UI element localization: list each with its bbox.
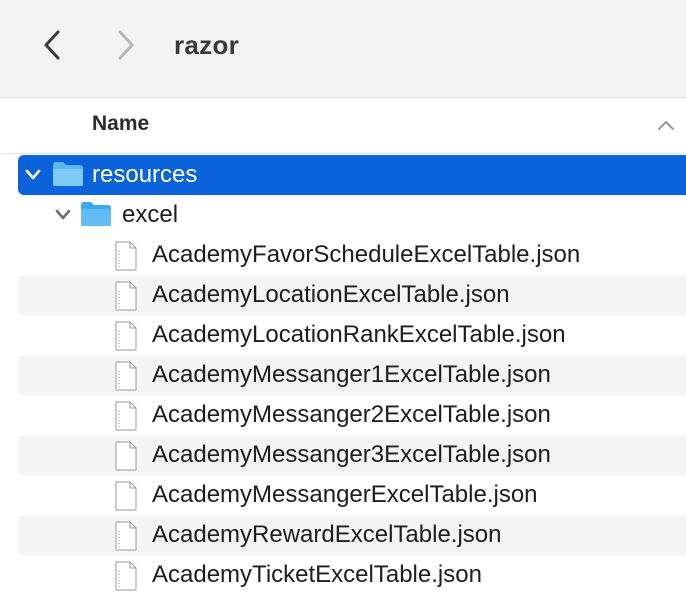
chevron-left-icon[interactable] — [38, 28, 68, 62]
list-item-label: AcademyMessanger2ExcelTable.json — [152, 401, 551, 428]
disclosure-down-icon[interactable] — [54, 207, 72, 223]
folder-icon — [81, 202, 111, 226]
list-item-file[interactable]: AcademyMessanger2ExcelTable.json — [18, 395, 686, 435]
document-icon — [115, 321, 137, 351]
document-icon — [115, 281, 137, 311]
column-header-label: Name — [92, 112, 150, 135]
list-item-excel[interactable]: excel — [18, 195, 686, 235]
list-item-file[interactable]: AcademyMessangerExcelTable.json — [18, 475, 686, 515]
list-item-label: AcademyTicketExcelTable.json — [152, 561, 482, 588]
list-item-label: AcademyMessanger3ExcelTable.json — [152, 441, 551, 468]
document-icon — [115, 561, 137, 591]
list-item-file[interactable]: AcademyLocationExcelTable.json — [18, 275, 686, 315]
list-item-label: AcademyFavorScheduleExcelTable.json — [152, 241, 581, 268]
toolbar: razor — [0, 0, 686, 98]
list-item-file[interactable]: AcademyMessanger1ExcelTable.json — [18, 355, 686, 395]
list-item-label: AcademyLocationRankExcelTable.json — [152, 321, 566, 348]
list-item-label: resources — [92, 161, 198, 188]
chevron-right-icon[interactable] — [110, 28, 140, 62]
document-icon — [115, 241, 137, 271]
document-icon — [115, 361, 137, 391]
list-item-file[interactable]: AcademyFavorScheduleExcelTable.json — [18, 235, 686, 275]
window-title: razor — [174, 30, 240, 60]
document-icon — [115, 481, 137, 511]
chevron-up-icon[interactable] — [656, 118, 676, 132]
list-item-file[interactable]: AcademyRewardExcelTable.json — [18, 515, 686, 555]
disclosure-down-icon[interactable] — [24, 167, 42, 183]
document-icon — [115, 401, 137, 431]
list-item-label: excel — [122, 201, 179, 228]
list-item-label: AcademyMessangerExcelTable.json — [152, 481, 538, 508]
list-item-file[interactable]: AcademyLocationRankExcelTable.json — [18, 315, 686, 355]
list-item-label: AcademyLocationExcelTable.json — [152, 281, 510, 308]
document-icon — [115, 441, 137, 471]
column-header-name[interactable]: Name — [0, 98, 686, 154]
list-item-file[interactable]: AcademyTicketExcelTable.json — [18, 555, 686, 595]
list-item-file[interactable]: AcademyMessanger3ExcelTable.json — [18, 435, 686, 475]
document-icon — [115, 521, 137, 551]
list-item-label: AcademyRewardExcelTable.json — [152, 521, 502, 548]
list-item-label: AcademyMessanger1ExcelTable.json — [152, 361, 551, 388]
list-item-resources[interactable]: resources — [18, 155, 686, 195]
folder-icon — [53, 162, 83, 186]
